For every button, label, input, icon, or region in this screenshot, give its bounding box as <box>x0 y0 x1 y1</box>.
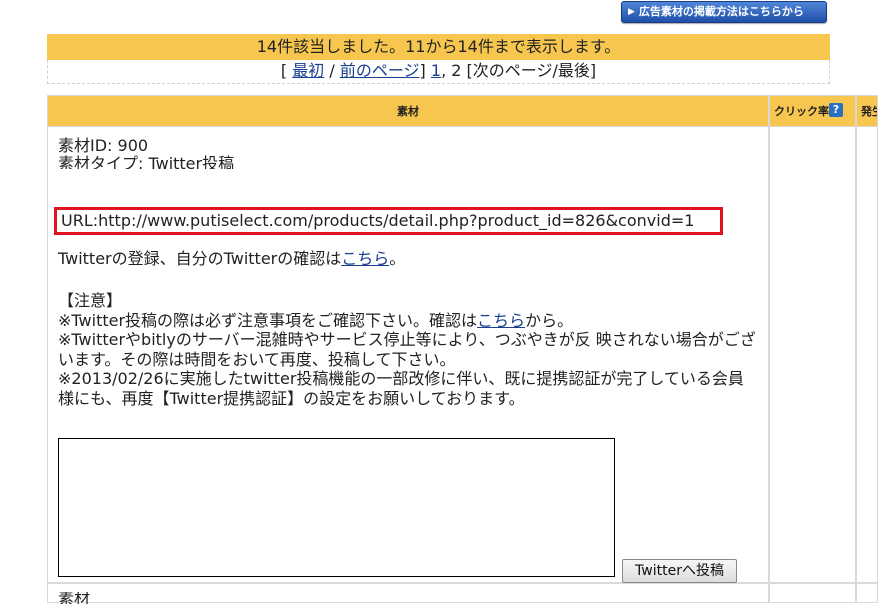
header-material: 素材 <box>47 95 769 127</box>
twitter-register-text: Twitterの登録、自分のTwitterの確認はこちら。 <box>58 249 406 268</box>
next-row-click-cell <box>769 583 856 603</box>
caution-item-1: ※Twitter投稿の際は必ず注意事項をご確認下さい。確認はこちらから。 <box>58 310 574 330</box>
caution-block: 【注意】 ※Twitter投稿の際は必ず注意事項をご確認下さい。確認はこちらから… <box>58 291 758 408</box>
header-click-rate: クリック率? <box>769 95 856 127</box>
pagination: [ 最初 / 前のページ] 1, 2 [次のページ/最後] <box>47 60 830 84</box>
pager-prev-link[interactable]: 前のページ <box>340 61 420 80</box>
caution-item-2: ※Twitterやbitlyのサーバー混雑時やサービス停止等により、つぶやきが反… <box>58 330 756 369</box>
header-occurrence: 発生 <box>856 95 878 127</box>
occurrence-cell <box>856 127 878 583</box>
results-count-text: 14件該当しました。11から14件まで表示します。 <box>47 34 830 60</box>
caution-title: 【注意】 <box>58 291 123 310</box>
pager-open-bracket: [ <box>280 61 288 80</box>
pager-current-page: 2 <box>451 61 462 80</box>
next-row-occurrence-cell <box>856 583 878 603</box>
ad-material-guide-label: 広告素材の掲載方法はこちらから <box>638 5 804 18</box>
next-row-label: 素材 <box>58 592 91 604</box>
play-triangle-icon: ▶ <box>628 7 635 17</box>
help-icon[interactable]: ? <box>829 103 843 117</box>
pager-first-link[interactable]: 最初 <box>292 61 324 80</box>
pager-separator: / <box>329 61 335 80</box>
material-type: 素材タイプ: Twitter投稿 <box>58 155 235 169</box>
tweet-textarea[interactable] <box>58 438 615 577</box>
header-click-rate-label: クリック率 <box>774 105 829 118</box>
pager-page-1-link[interactable]: 1 <box>431 61 441 80</box>
material-url: URL:http://www.putiselect.com/products/d… <box>54 207 723 235</box>
material-id: 素材ID: 900 <box>58 136 149 155</box>
ad-material-guide-button[interactable]: ▶ 広告素材の掲載方法はこちらから <box>621 1 827 23</box>
pager-next-last: [次のページ/最後] <box>466 61 597 80</box>
tweet-button[interactable]: Twitterへ投稿 <box>622 559 737 583</box>
material-cell: 素材ID: 900 素材タイプ: Twitter投稿 URL:http://ww… <box>47 127 769 583</box>
next-row-material-cell: 素材 <box>47 583 769 604</box>
click-rate-cell <box>769 127 856 583</box>
pager-close-bracket: ] <box>419 61 426 80</box>
twitter-register-link[interactable]: こちら <box>341 249 389 268</box>
results-summary: 14件該当しました。11から14件まで表示します。 [ 最初 / 前のページ] … <box>47 34 830 84</box>
caution-item-3: ※2013/02/26に実施したtwitter投稿機能の一部改修に伴い、既に提携… <box>58 369 744 408</box>
caution-link[interactable]: こちら <box>477 311 525 330</box>
